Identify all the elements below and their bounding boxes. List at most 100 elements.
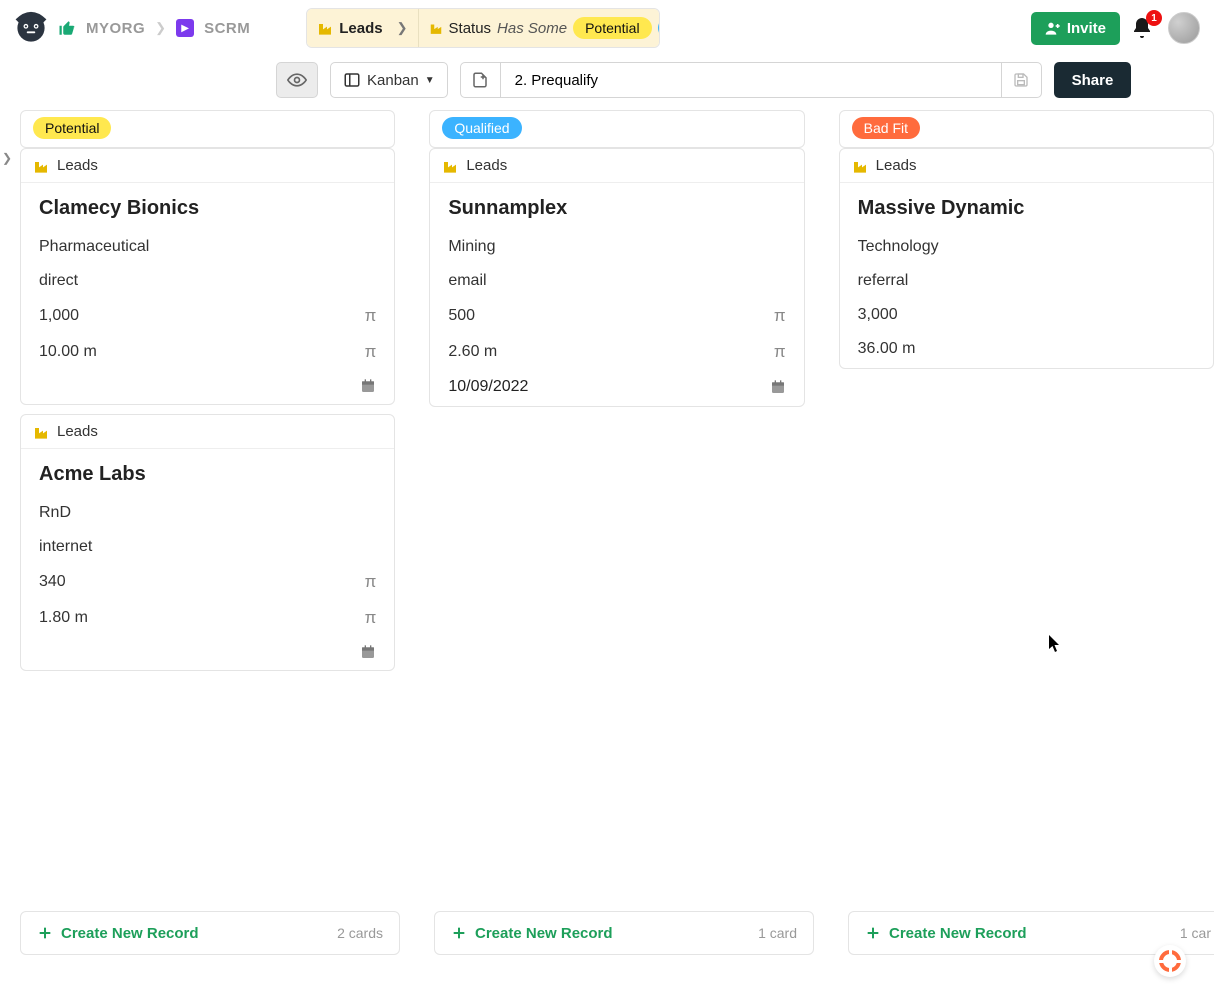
pi-icon: π <box>774 342 786 362</box>
breadcrumb-app[interactable]: SCRM <box>204 20 250 37</box>
filter-predicate: Has Some <box>497 20 567 37</box>
filter-bar: Leads ❯ Status Has Some Potential Qualif… <box>306 8 659 48</box>
column-header[interactable]: Potential <box>20 110 395 148</box>
help-button[interactable] <box>1154 945 1186 977</box>
card-type-label: Leads <box>876 157 917 174</box>
card-revenue: 10.00 mπ <box>39 342 376 362</box>
card-type-row: Leads <box>21 149 394 183</box>
card-revenue: 1.80 mπ <box>39 608 376 628</box>
app-icon <box>176 19 194 37</box>
pi-icon: π <box>774 306 786 326</box>
card-title: Massive Dynamic <box>858 197 1195 220</box>
card-industry: RnD <box>39 504 376 522</box>
filter-tag-potential[interactable]: Potential <box>573 17 651 39</box>
pi-icon: π <box>365 572 377 592</box>
card-type-row: Leads <box>840 149 1213 183</box>
column-footer: Create New Record 1 card <box>434 911 814 955</box>
column-header[interactable]: Bad Fit <box>839 110 1214 148</box>
filter-source-chip[interactable]: Leads ❯ <box>307 9 418 47</box>
card-date: 10/09/2022 <box>448 378 528 396</box>
column-status-pill: Bad Fit <box>852 117 920 139</box>
pi-icon: π <box>365 342 377 362</box>
filter-tag-qualified[interactable]: Qualified <box>658 17 660 39</box>
top-bar: MYORG ❯ SCRM Leads ❯ Status Has Some Pot… <box>0 0 1214 56</box>
column-footer: Create New Record 2 cards <box>20 911 400 955</box>
calendar-icon <box>770 379 786 395</box>
calendar-icon <box>360 644 376 660</box>
factory-icon <box>852 158 868 174</box>
app-logo[interactable] <box>14 11 48 45</box>
card-type-label: Leads <box>57 423 98 440</box>
factory-icon <box>442 158 458 174</box>
filter-field-label: Status <box>449 20 492 37</box>
new-view-icon[interactable] <box>461 63 501 97</box>
share-label: Share <box>1072 72 1114 89</box>
kanban-card[interactable]: LeadsSunnamplexMiningemail500π2.60 mπ10/… <box>429 148 804 407</box>
create-record-button[interactable]: Create New Record <box>451 925 613 942</box>
kanban-card[interactable]: LeadsClamecy BionicsPharmaceuticaldirect… <box>20 148 395 405</box>
pi-icon: π <box>365 608 377 628</box>
card-date-row: 10/09/2022 <box>448 378 785 396</box>
invite-label: Invite <box>1067 20 1106 37</box>
create-record-button[interactable]: Create New Record <box>37 925 199 942</box>
view-bar: Kanban ▼ Share <box>0 56 1214 104</box>
factory-icon <box>429 21 443 35</box>
create-record-label: Create New Record <box>61 925 199 942</box>
factory-icon <box>33 424 49 440</box>
factory-icon <box>317 20 333 36</box>
card-title: Sunnamplex <box>448 197 785 220</box>
card-channel: internet <box>39 538 376 556</box>
card-employees: 340π <box>39 572 376 592</box>
filter-field-chip[interactable]: Status Has Some Potential Qualified Bad … <box>419 9 660 47</box>
kanban-board: ❯ PotentialLeadsClamecy BionicsPharmaceu… <box>0 104 1214 671</box>
create-record-label: Create New Record <box>475 925 613 942</box>
chevron-right-icon: ❯ <box>397 20 408 36</box>
kanban-card[interactable]: Leads Acme Labs RnD internet 340π 1.80 mπ <box>20 414 395 671</box>
column-card-count: 1 card <box>758 925 797 941</box>
filter-source-label: Leads <box>339 20 382 37</box>
card-employees: 1,000π <box>39 306 376 326</box>
create-record-button[interactable]: Create New Record <box>865 925 1027 942</box>
expand-sidebar-handle[interactable]: ❯ <box>0 146 14 170</box>
invite-button[interactable]: Invite <box>1031 12 1120 45</box>
column-header[interactable]: Qualified <box>429 110 804 148</box>
create-record-label: Create New Record <box>889 925 1027 942</box>
card-industry: Mining <box>448 238 785 256</box>
card-type-row: Leads <box>430 149 803 183</box>
avatar[interactable] <box>1168 12 1200 44</box>
share-button[interactable]: Share <box>1054 62 1132 98</box>
breadcrumb: MYORG ❯ SCRM <box>58 19 250 37</box>
notifications-button[interactable]: 1 <box>1130 16 1158 40</box>
user-plus-icon <box>1045 20 1061 36</box>
card-date-row <box>39 644 376 660</box>
breadcrumb-org[interactable]: MYORG <box>86 20 145 37</box>
chevron-right-icon: ❯ <box>155 20 166 36</box>
toggle-visibility-button[interactable] <box>276 62 318 98</box>
thumbs-up-icon <box>58 19 76 37</box>
kanban-column-qualified: QualifiedLeadsSunnamplexMiningemail500π2… <box>429 110 804 671</box>
card-channel: direct <box>39 272 376 290</box>
view-name-input[interactable] <box>501 63 1001 97</box>
card-employees: 500π <box>448 306 785 326</box>
column-card-count: 1 car <box>1180 925 1211 941</box>
save-view-button[interactable] <box>1001 63 1041 97</box>
view-mode-label: Kanban <box>367 72 419 89</box>
column-card-count: 2 cards <box>337 925 383 941</box>
card-employees: 3,000 <box>858 306 1195 324</box>
column-status-pill: Qualified <box>442 117 521 139</box>
lifebuoy-icon <box>1159 950 1181 972</box>
kanban-column-badfit: Bad Fit Leads Massive Dynamic Technology ref… <box>839 110 1214 671</box>
column-status-pill: Potential <box>33 117 111 139</box>
card-channel: referral <box>858 272 1195 290</box>
view-mode-selector[interactable]: Kanban ▼ <box>330 62 448 98</box>
card-channel: email <box>448 272 785 290</box>
card-industry: Technology <box>858 238 1195 256</box>
notification-badge: 1 <box>1146 10 1162 26</box>
card-industry: Pharmaceutical <box>39 238 376 256</box>
calendar-icon <box>360 378 376 394</box>
card-title: Acme Labs <box>39 463 376 486</box>
kanban-card[interactable]: Leads Massive Dynamic Technology referral 3,… <box>839 148 1214 369</box>
card-type-label: Leads <box>466 157 507 174</box>
card-revenue: 36.00 m <box>858 340 1195 358</box>
caret-down-icon: ▼ <box>425 75 435 86</box>
